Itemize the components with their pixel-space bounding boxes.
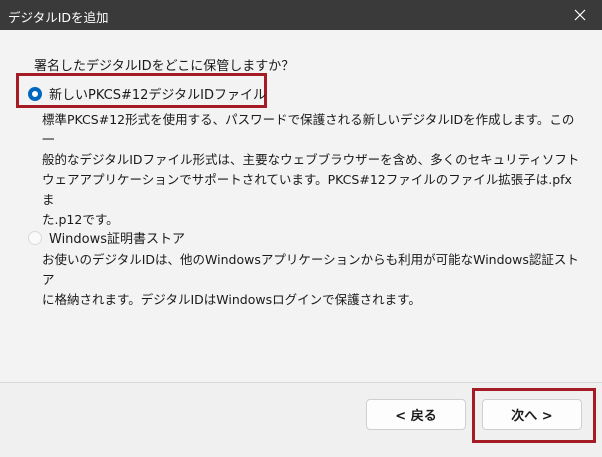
description-line: に格納されます。デジタルIDはWindowsログインで保護されます。 <box>42 292 421 307</box>
storage-question: 署名したデジタルIDをどこに保管しますか？ <box>34 59 295 74</box>
dialog-footer: < 戻る 次へ > <box>0 382 602 457</box>
title-bar: デジタルIDを追加 <box>0 0 602 30</box>
description-line: ウェアアプリケーションでサポートされています。PKCS#12ファイルのファイル拡… <box>42 172 572 207</box>
radio-selected-icon[interactable] <box>28 86 42 101</box>
add-digital-id-dialog: デジタルIDを追加 署名したデジタルIDをどこに保管しますか？ 新しいPKCS#… <box>0 0 602 457</box>
option-windows-store-label: Windows証明書ストア <box>49 232 186 247</box>
radio-unselected-icon[interactable] <box>28 230 42 245</box>
close-button[interactable] <box>558 0 602 30</box>
option-pkcs12-description: 標準PKCS#12形式を使用する、パスワードで保護される新しいデジタルIDを作成… <box>42 110 582 230</box>
option-pkcs12-label: 新しいPKCS#12デジタルIDファイル <box>49 88 267 103</box>
window-title: デジタルIDを追加 <box>8 10 109 25</box>
description-line: お使いのデジタルIDは、他のWindowsアプリケーションからも利用が可能なWi… <box>42 252 579 287</box>
description-line: 般的なデジタルIDファイル形式は、主要なウェブブラウザーを含め、多くのセキュリテ… <box>42 152 580 167</box>
dialog-content: 署名したデジタルIDをどこに保管しますか？ 新しいPKCS#12デジタルIDファ… <box>0 30 602 382</box>
description-line: 標準PKCS#12形式を使用する、パスワードで保護される新しいデジタルIDを作成… <box>42 112 575 147</box>
option-pkcs12-file[interactable]: 新しいPKCS#12デジタルIDファイル <box>28 84 266 103</box>
back-button[interactable]: < 戻る <box>366 399 466 430</box>
description-line: た.p12です。 <box>42 212 119 227</box>
option-windows-cert-store[interactable]: Windows証明書ストア <box>28 228 185 247</box>
close-icon <box>574 9 586 21</box>
next-button[interactable]: 次へ > <box>482 399 582 430</box>
option-windows-store-description: お使いのデジタルIDは、他のWindowsアプリケーションからも利用が可能なWi… <box>42 250 582 310</box>
